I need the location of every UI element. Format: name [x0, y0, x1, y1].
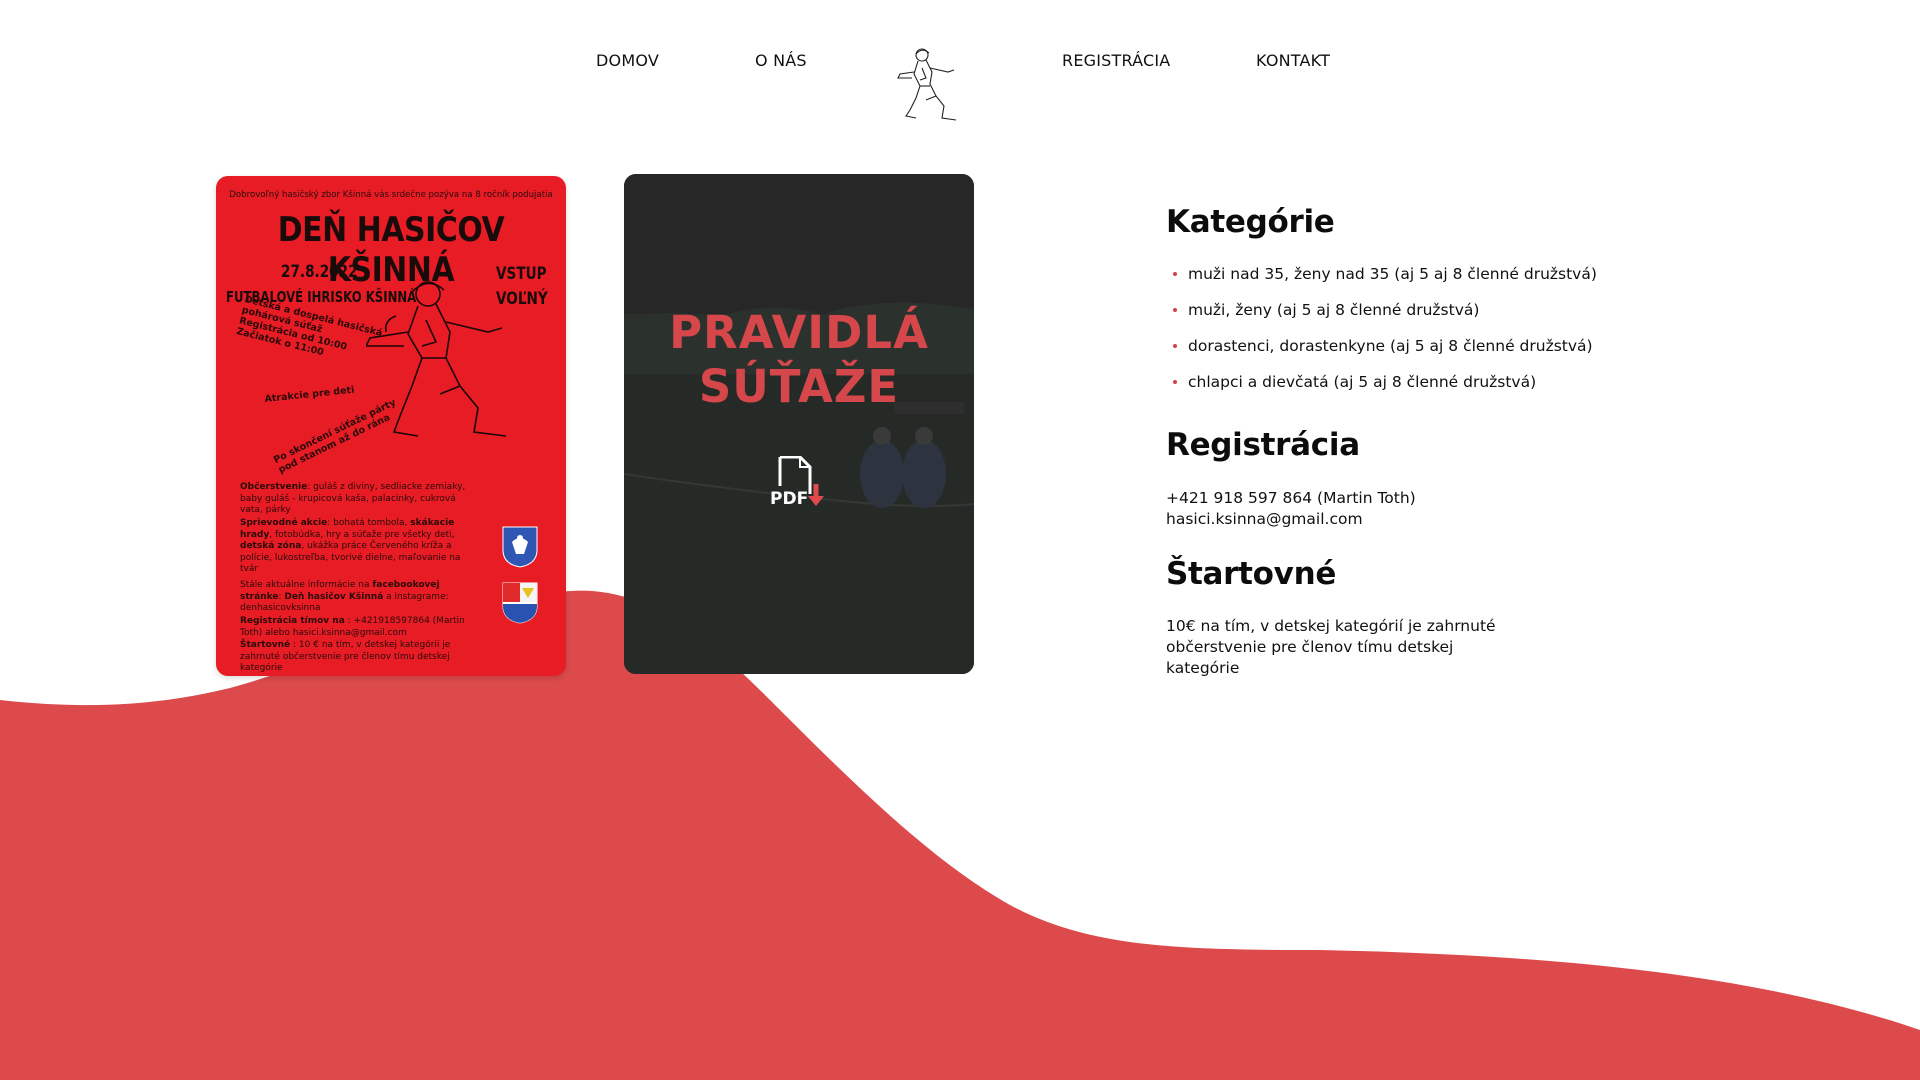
poster-info-text1: Stále aktuálne informácie na: [240, 580, 373, 590]
rules-title: PRAVIDLÁ SÚŤAŽE: [624, 306, 974, 414]
fee-text: 10€ na tím, v detskej kategórií je zahrn…: [1166, 617, 1496, 677]
poster-date: 27.8.2022: [281, 262, 358, 282]
poster-refreshments: Občerstvenie: guláš z diviny, sedliacke …: [240, 482, 480, 517]
firefighter-figure-icon: [366, 281, 507, 437]
poster-info-bold2: Deň hasičov Kšinná: [284, 591, 384, 602]
page: DOMOV O NÁS REGISTRÁCIA KONTAKT Dobrovoľ…: [0, 0, 1920, 1080]
poster-side-bold2: detská zóna: [240, 541, 302, 551]
rules-title-line2: SÚŤAŽE: [698, 360, 900, 413]
poster-side-text1: : bohatá tombola,: [327, 518, 411, 528]
district-crest-icon: [502, 582, 538, 624]
poster-fee: Štartovné : 10 € na tím, v detskej kateg…: [240, 640, 480, 675]
competition-photo-background: [624, 174, 974, 674]
category-item: chlapci a dievčatá (aj 5 aj 8 členné dru…: [1166, 372, 1726, 408]
fee-heading: Štartovné: [1166, 556, 1337, 592]
poster-refresh-label: Občerstvenie: [240, 482, 308, 492]
nav-registration-link[interactable]: REGISTRÁCIA: [1062, 51, 1170, 70]
poster-side-label: Sprievodné akcie: [240, 518, 328, 528]
categories-heading: Kategórie: [1166, 204, 1335, 240]
category-item: muži, ženy (aj 5 aj 8 členné družstvá): [1166, 300, 1726, 336]
poster-fee-label: Štartovné: [240, 640, 291, 650]
rules-pdf-card[interactable]: PRAVIDLÁ SÚŤAŽE PDF: [624, 174, 974, 674]
poster-invitation-line: Dobrovoľný hasičský zbor Kšinná vás srde…: [229, 190, 553, 200]
nav-about-link[interactable]: O NÁS: [755, 51, 807, 70]
nav-contact-link[interactable]: KONTAKT: [1256, 51, 1330, 70]
poster-info-links: Stále aktuálne informácie na facebookove…: [240, 580, 480, 615]
registration-email: hasici.ksinna@gmail.com: [1166, 510, 1363, 528]
rules-title-line1: PRAVIDLÁ: [669, 306, 929, 359]
registration-phone: +421 918 597 864 (Martin Toth): [1166, 489, 1416, 507]
event-poster[interactable]: Dobrovoľný hasičský zbor Kšinná vás srde…: [216, 176, 566, 676]
categories-list: muži nad 35, ženy nad 35 (aj 5 aj 8 člen…: [1166, 264, 1726, 408]
poster-attractions: Atrakcie pre deti: [264, 384, 355, 405]
poster-registration: Registrácia tímov na : +421918597864 (Ma…: [240, 616, 480, 639]
category-item: dorastenci, dorastenkyne (aj 5 aj 8 člen…: [1166, 336, 1726, 372]
poster-side-events: Sprievodné akcie: bohatá tombola, skákac…: [240, 518, 480, 576]
top-navigation: DOMOV O NÁS REGISTRÁCIA KONTAKT: [0, 0, 1920, 130]
poster-side-text2: , fotobúdka, hry a súťaže pre všetky det…: [269, 529, 455, 540]
registration-heading: Registrácia: [1166, 427, 1360, 463]
category-item: muži nad 35, ženy nad 35 (aj 5 aj 8 člen…: [1166, 264, 1726, 300]
pdf-download-icon[interactable]: PDF: [770, 456, 828, 512]
village-crest-icon: [502, 526, 538, 568]
pdf-icon-label: PDF: [770, 489, 808, 509]
nav-home-link[interactable]: DOMOV: [596, 51, 659, 70]
firefighter-logo-icon[interactable]: [896, 46, 968, 124]
poster-reg-label: Registrácia tímov na: [240, 616, 345, 626]
